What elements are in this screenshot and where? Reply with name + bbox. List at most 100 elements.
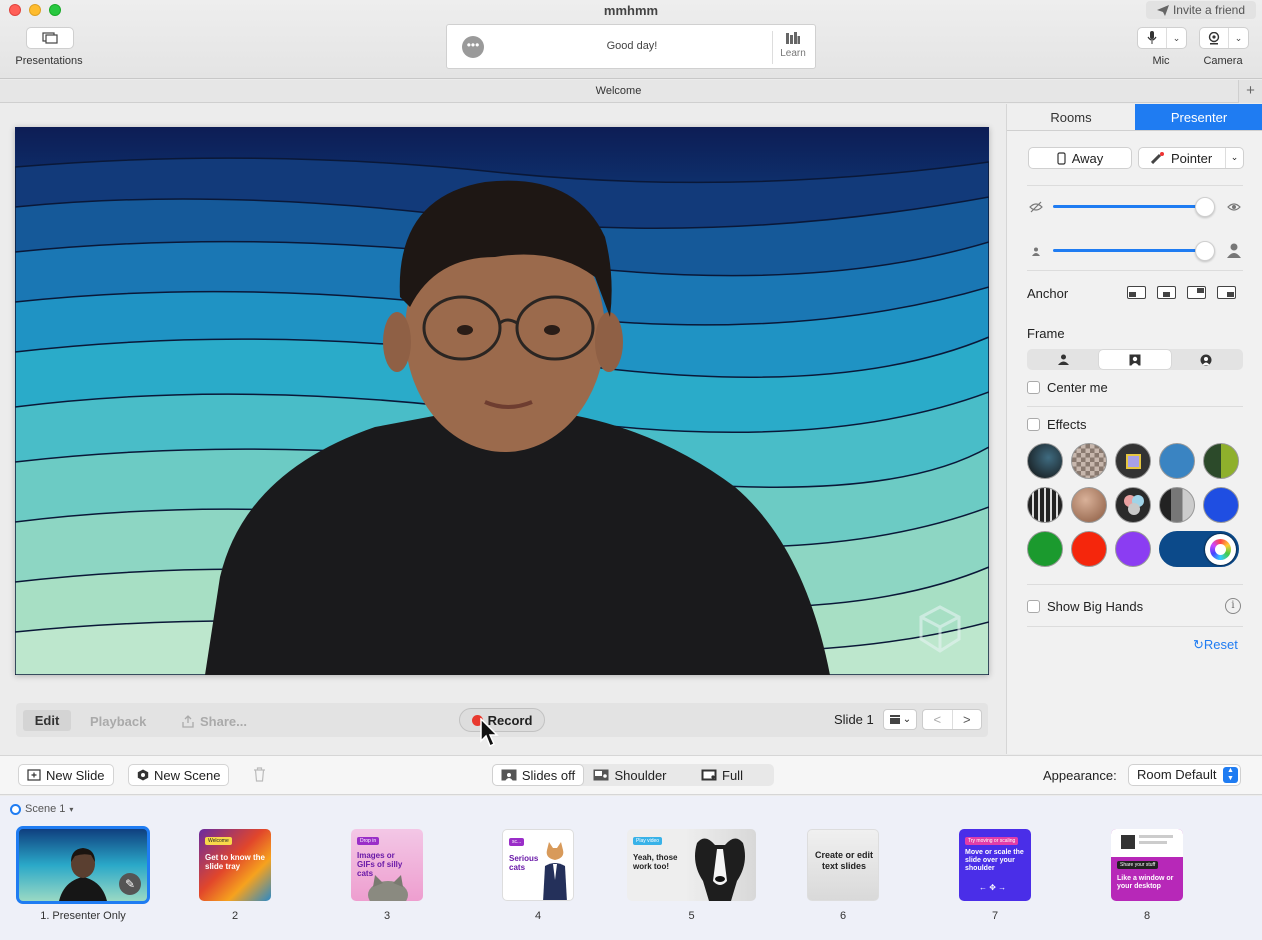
slide-thumb-2[interactable]: Welcome Get to know the slide tray bbox=[199, 829, 271, 901]
effect-frame[interactable] bbox=[1115, 443, 1151, 479]
scene-selector[interactable]: Scene 1 ▾ bbox=[10, 803, 73, 815]
slide-4-text: Serious cats bbox=[509, 854, 539, 872]
slide-thumb-5[interactable]: Play video Yeah, those work too! bbox=[627, 829, 756, 901]
reset-button[interactable]: ↻Reset bbox=[1193, 637, 1238, 653]
invite-label: Invite a friend bbox=[1172, 3, 1246, 17]
effect-purple[interactable] bbox=[1115, 531, 1151, 567]
rectangle-person-icon bbox=[1129, 354, 1141, 366]
size-slider-knob[interactable] bbox=[1195, 241, 1215, 261]
slide-layout-selector: Slides off Shoulder Full bbox=[492, 764, 774, 786]
slide-thumb-4[interactable]: sc... Serious cats bbox=[502, 829, 574, 901]
frame-none-option[interactable] bbox=[1028, 350, 1099, 369]
appearance-value: Room Default bbox=[1137, 767, 1217, 782]
effect-sketch[interactable] bbox=[1027, 443, 1063, 479]
edit-mode-button[interactable]: Edit bbox=[23, 710, 71, 731]
window-preview bbox=[1111, 829, 1183, 857]
add-tab-button[interactable]: + bbox=[1238, 80, 1262, 103]
appearance-select[interactable]: Room Default ▲ ▼ bbox=[1128, 764, 1241, 786]
anchor-bottom-right-icon[interactable] bbox=[1217, 286, 1236, 299]
effect-grayscale[interactable] bbox=[1159, 487, 1195, 523]
tab-presenter[interactable]: Presenter bbox=[1135, 104, 1262, 130]
anchor-label: Anchor bbox=[1027, 286, 1069, 301]
tab-rooms[interactable]: Rooms bbox=[1007, 104, 1135, 130]
slides-off-icon bbox=[501, 769, 517, 781]
mic-dropdown[interactable]: ⌄ bbox=[1166, 28, 1186, 48]
anchor-bottom-left-icon[interactable] bbox=[1127, 286, 1146, 299]
previous-slide-button[interactable]: < bbox=[923, 710, 953, 729]
title-bar: mmhmm Invite a friend Presentations ••• … bbox=[0, 0, 1262, 79]
camera-dropdown[interactable]: ⌄ bbox=[1228, 28, 1248, 48]
learn-button[interactable]: Learn bbox=[776, 32, 810, 59]
scene-icon bbox=[10, 803, 21, 815]
slides-off-option[interactable]: Slides off bbox=[492, 764, 584, 786]
frame-circle-option[interactable] bbox=[1171, 350, 1242, 369]
trash-icon[interactable] bbox=[253, 767, 266, 782]
frame-rectangle-option[interactable] bbox=[1099, 350, 1171, 369]
playback-mode-button[interactable]: Playback bbox=[90, 714, 146, 729]
pointer-button[interactable]: Pointer ⌄ bbox=[1138, 147, 1244, 169]
shoulder-label: Shoulder bbox=[614, 767, 667, 783]
shoulder-option[interactable]: Shoulder bbox=[584, 764, 676, 786]
slide-thumb-3[interactable]: Drop in Images or GIFs of silly cats bbox=[351, 829, 423, 901]
add-slide-icon bbox=[27, 769, 41, 781]
camera-label: Camera bbox=[1203, 55, 1243, 67]
slide-thumb-6[interactable]: Create or edit text slides bbox=[807, 829, 879, 901]
effect-blue-tint[interactable] bbox=[1159, 443, 1195, 479]
full-option[interactable]: Full bbox=[676, 764, 768, 786]
new-slide-button[interactable]: New Slide bbox=[18, 764, 114, 786]
invite-friend-button[interactable]: Invite a friend bbox=[1146, 1, 1256, 19]
effect-blue[interactable] bbox=[1203, 487, 1239, 523]
learn-label: Learn bbox=[780, 48, 806, 59]
effect-red[interactable] bbox=[1071, 531, 1107, 567]
away-button[interactable]: Away bbox=[1028, 147, 1132, 169]
next-slide-button[interactable]: > bbox=[953, 710, 982, 729]
effects-checkbox[interactable] bbox=[1027, 418, 1040, 431]
record-button[interactable]: Record bbox=[459, 708, 545, 732]
slide-thumb-1[interactable]: ✎ bbox=[16, 826, 150, 904]
slide-thumb-7[interactable]: Try moving or scaling Move or scale the … bbox=[959, 829, 1031, 901]
presentations-button[interactable] bbox=[26, 27, 74, 49]
slide-tray: Scene 1 ▾ ✎ 1. Presenter Only Welcome Ge… bbox=[0, 796, 1262, 940]
pointer-dropdown[interactable]: ⌄ bbox=[1225, 148, 1243, 168]
new-scene-button[interactable]: New Scene bbox=[128, 764, 230, 786]
anchor-top-right-icon[interactable] bbox=[1187, 286, 1206, 299]
tab-welcome[interactable]: Welcome bbox=[0, 85, 1237, 97]
camera-button[interactable]: ⌄ bbox=[1199, 27, 1249, 49]
move-arrows-icon: ← ✥ → bbox=[979, 883, 1007, 892]
slide-2-text: Get to know the slide tray bbox=[205, 853, 265, 871]
frame-selector bbox=[1027, 349, 1243, 370]
opacity-slider[interactable] bbox=[1053, 205, 1213, 208]
slide-transition-dropdown[interactable]: ⌄ bbox=[883, 709, 917, 730]
info-icon[interactable]: i bbox=[1225, 598, 1241, 614]
effect-custom-color[interactable] bbox=[1159, 531, 1239, 567]
effect-duotone[interactable] bbox=[1203, 443, 1239, 479]
presenter-figure bbox=[205, 180, 830, 675]
slide-number-8: 8 bbox=[1143, 910, 1151, 922]
new-slide-label: New Slide bbox=[46, 767, 105, 783]
frame-label: Frame bbox=[1027, 326, 1065, 341]
effect-pixelate[interactable] bbox=[1071, 443, 1107, 479]
edit-pencil-icon[interactable]: ✎ bbox=[119, 873, 141, 895]
effect-film[interactable] bbox=[1027, 487, 1063, 523]
hidden-eye-icon bbox=[1029, 201, 1043, 213]
size-slider[interactable] bbox=[1053, 249, 1213, 252]
presenter-panel: Rooms Presenter Away Pointer ⌄ Anchor Fr… bbox=[1006, 104, 1262, 754]
anchor-options bbox=[1127, 286, 1236, 299]
away-label: Away bbox=[1071, 150, 1104, 166]
share-button[interactable]: Share... bbox=[182, 714, 247, 729]
show-big-hands-label: Show Big Hands bbox=[1047, 599, 1144, 614]
slide-thumb-8[interactable]: Share your stuff Like a window or your d… bbox=[1111, 829, 1183, 901]
effect-green[interactable] bbox=[1027, 531, 1063, 567]
camera-icon bbox=[1208, 31, 1220, 44]
effect-sepia[interactable] bbox=[1071, 487, 1107, 523]
show-big-hands-checkbox[interactable] bbox=[1027, 600, 1040, 613]
anchor-bottom-center-icon[interactable] bbox=[1157, 286, 1176, 299]
presentations-icon bbox=[42, 32, 58, 44]
presenter-video[interactable] bbox=[15, 127, 989, 675]
color-wheel-icon[interactable] bbox=[1205, 534, 1236, 565]
current-slide-label: Slide 1 bbox=[834, 712, 874, 727]
opacity-slider-knob[interactable] bbox=[1195, 197, 1215, 217]
mic-button[interactable]: ⌄ bbox=[1137, 27, 1187, 49]
effect-color-dots[interactable] bbox=[1115, 487, 1151, 523]
center-me-checkbox[interactable] bbox=[1027, 381, 1040, 394]
